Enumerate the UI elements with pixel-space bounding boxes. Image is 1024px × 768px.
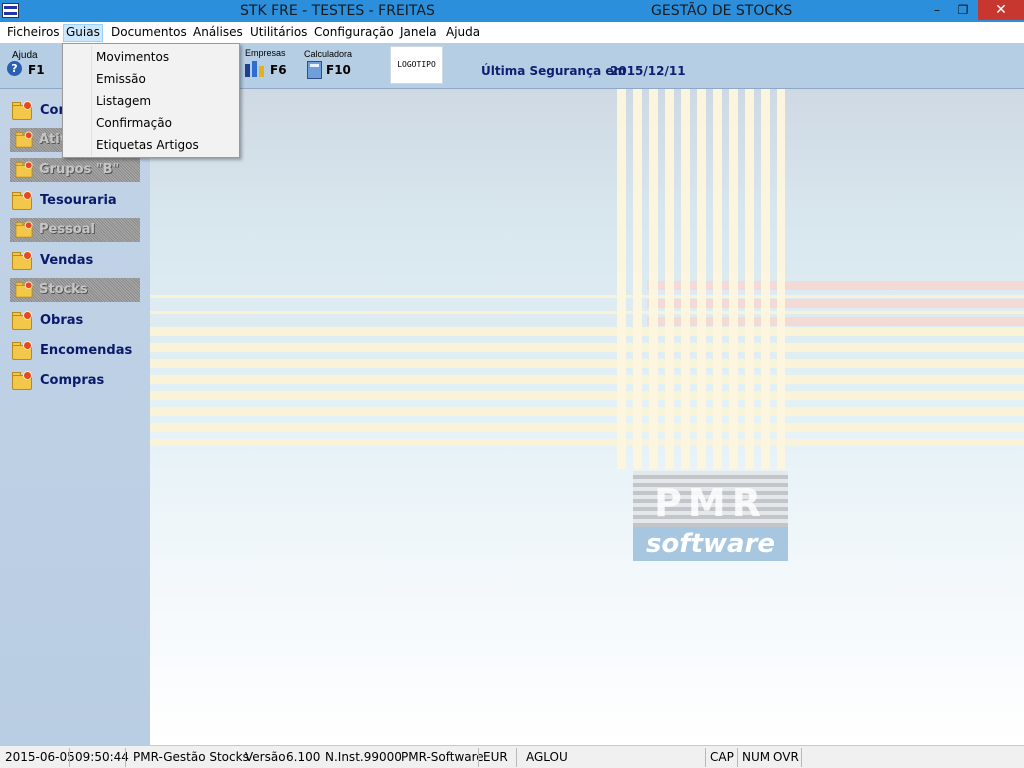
sidebar-item-tesouraria[interactable]: Tesouraria [10,189,140,213]
folder-icon [10,101,34,121]
folder-icon [10,311,34,331]
backup-date: 2015/12/11 [610,64,686,78]
status-ovr-indicator: OVR [773,750,799,764]
help-tool-label: Ajuda [12,50,38,61]
folder-icon [14,221,34,239]
status-date: 2015-06-05 [5,750,75,764]
menu-bar: Ficheiros Guias Documentos Análises Util… [0,22,1024,43]
restore-button[interactable]: ❐ [948,0,978,20]
guias-dropdown-menu: Movimentos Emissão Listagem Confirmação … [62,43,240,158]
sidebar-item-label: Encomendas [40,343,133,358]
sidebar-item-encomendas[interactable]: Encomendas [10,339,140,363]
status-currency: EUR [483,750,508,764]
menu-ajuda[interactable]: Ajuda [444,24,482,42]
folder-icon [14,281,34,299]
empresas-tool-label: Empresas [245,48,286,58]
close-button[interactable]: ✕ [978,0,1024,20]
folder-icon [10,371,34,391]
calculator-icon [307,61,322,79]
folder-icon [10,251,34,271]
sidebar-item-label: Stocks [39,282,88,297]
logo-software-text: software [645,529,776,559]
sidebar-item-label: Pessoal [39,222,95,237]
app-icon[interactable] [2,3,19,18]
menu-configuracao[interactable]: Configuração [312,24,396,42]
sidebar-item-compras[interactable]: Compras [10,369,140,393]
status-user: AGLOU [526,750,568,764]
companies-icon [245,60,267,78]
menu-utilitarios[interactable]: Utilitários [248,24,309,42]
backup-label: Última Segurança em [481,64,626,78]
menu-item-listagem[interactable]: Listagem [96,90,236,112]
menu-item-emissao[interactable]: Emissão [96,68,236,90]
sidebar-item-label: Grupos "B" [39,162,120,177]
help-icon: ? [7,61,22,76]
workspace: PMR software [150,89,1024,745]
folder-icon [14,161,34,179]
sidebar-item-stocks[interactable]: Stocks [10,278,140,302]
sidebar-item-grupos-b[interactable]: Grupos "B" [10,158,140,182]
menu-item-movimentos[interactable]: Movimentos [96,46,236,68]
status-vendor: PMR-Software [401,750,484,764]
sidebar: Com Ativos Grupos "B" Tesouraria Pessoal… [0,89,150,745]
menu-janela[interactable]: Janela [398,24,439,42]
status-time: 09:50:44 [75,750,129,764]
sidebar-item-label: Tesouraria [40,193,117,208]
status-cap-indicator: CAP [710,750,734,764]
calculator-tool-key: F10 [326,63,351,77]
status-version: 6.100 [286,750,321,764]
title-bar: STK FRE - TESTES - FREITAS GESTÃO DE STO… [0,0,1024,22]
sidebar-item-pessoal[interactable]: Pessoal [10,218,140,242]
status-installation: N.Inst.99000 [325,750,402,764]
app-module-title: GESTÃO DE STOCKS [651,3,793,19]
status-num-indicator: NUM [742,750,771,764]
status-app-name: PMR-Gestão Stocks [133,750,249,764]
sidebar-item-label: Compras [40,373,105,388]
sidebar-item-label: Vendas [40,253,94,268]
logo-pmr-text: PMR [654,481,767,525]
menu-item-etiquetas-artigos[interactable]: Etiquetas Artigos [96,134,236,156]
menu-documentos[interactable]: Documentos [109,24,189,42]
menu-guias[interactable]: Guias [63,24,103,42]
company-logo: LOGOTIPO [390,46,443,84]
help-tool-key: F1 [28,63,45,77]
sidebar-item-label: Obras [40,313,84,328]
folder-icon [10,191,34,211]
pmr-software-logo: PMR software [633,471,788,561]
empresas-tool-key: F6 [270,63,287,77]
menu-ficheiros[interactable]: Ficheiros [5,24,62,42]
sidebar-item-vendas[interactable]: Vendas [10,249,140,273]
sidebar-item-obras[interactable]: Obras [10,309,140,333]
status-bar: 2015-06-05 09:50:44 PMR-Gestão Stocks Ve… [0,745,1024,768]
calculator-tool-label: Calculadora [304,49,353,59]
menu-analises[interactable]: Análises [191,24,245,42]
window-title: STK FRE - TESTES - FREITAS [240,3,435,19]
menu-item-confirmacao[interactable]: Confirmação [96,112,236,134]
status-version-label: Versão [245,750,286,764]
folder-icon [10,341,34,361]
folder-icon [14,131,34,149]
